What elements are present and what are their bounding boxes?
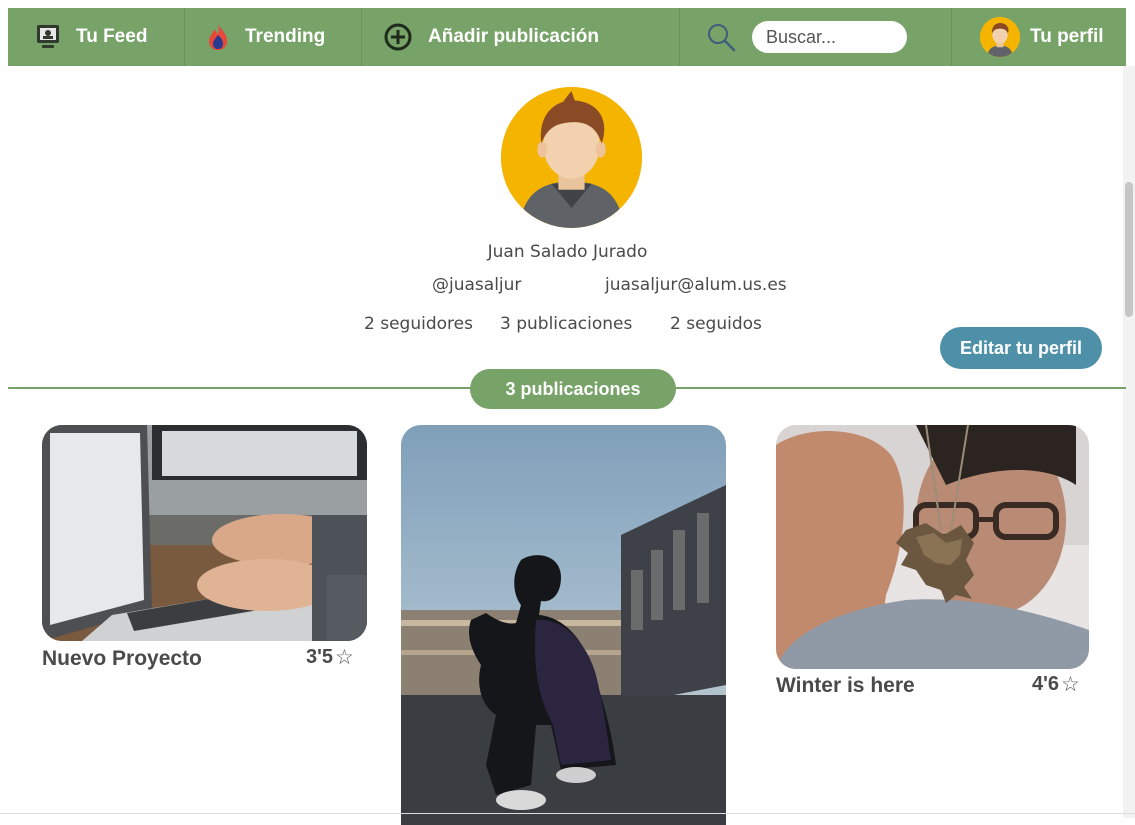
nav-add-post-label: Añadir publicación — [428, 26, 600, 47]
edit-profile-button[interactable]: Editar tu perfil — [940, 327, 1102, 369]
nav-search-area — [680, 8, 952, 66]
star-outline-icon[interactable]: ☆ — [335, 645, 354, 670]
posts-section-label: 3 publicaciones — [470, 369, 676, 409]
fire-icon — [207, 23, 229, 51]
nav-trending-link[interactable]: Trending — [185, 8, 362, 66]
search-icon[interactable] — [706, 22, 736, 52]
profile-avatar — [501, 87, 642, 228]
post-rating: 4'6 ☆ — [1032, 672, 1080, 697]
nav-profile-label: Tu perfil — [1030, 26, 1104, 47]
post-title[interactable]: Nuevo Proyecto — [42, 647, 202, 671]
nav-feed-label: Tu Feed — [76, 26, 148, 47]
nav-trending-label: Trending — [245, 26, 326, 47]
page-bottom-border — [0, 813, 1135, 814]
nav-profile-link[interactable]: Tu perfil — [952, 8, 1126, 66]
star-outline-icon[interactable]: ☆ — [1061, 672, 1080, 697]
post-rating-value: 3'5 — [306, 646, 334, 668]
profile-full-name: Juan Salado Jurado — [487, 242, 648, 262]
plus-circle-icon — [384, 23, 412, 51]
nav-avatar — [980, 17, 1020, 57]
post-image-silhouette[interactable] — [401, 425, 726, 825]
posts-count: 3 publicaciones — [500, 314, 633, 334]
post-rating: 3'5 ☆ — [306, 645, 354, 670]
top-nav-bar: Tu Feed Trending Añadir publicación Busc… — [8, 8, 1126, 66]
followers-count[interactable]: 2 seguidores — [364, 314, 473, 334]
post-title[interactable]: Winter is here — [776, 674, 915, 698]
monitor-icon — [36, 24, 60, 50]
nav-feed-link[interactable]: Tu Feed — [8, 8, 185, 66]
post-rating-value: 4'6 — [1032, 673, 1060, 695]
following-count[interactable]: 2 seguidos — [670, 314, 762, 334]
post-image-pendant[interactable] — [776, 425, 1089, 669]
search-input[interactable] — [752, 21, 907, 53]
profile-email: juasaljur@alum.us.es — [605, 275, 787, 295]
profile-username: @juasaljur — [432, 275, 522, 295]
nav-add-post-link[interactable]: Añadir publicación — [362, 8, 680, 66]
post-image-laptop[interactable] — [42, 425, 367, 641]
scrollbar-track[interactable] — [1123, 66, 1135, 818]
